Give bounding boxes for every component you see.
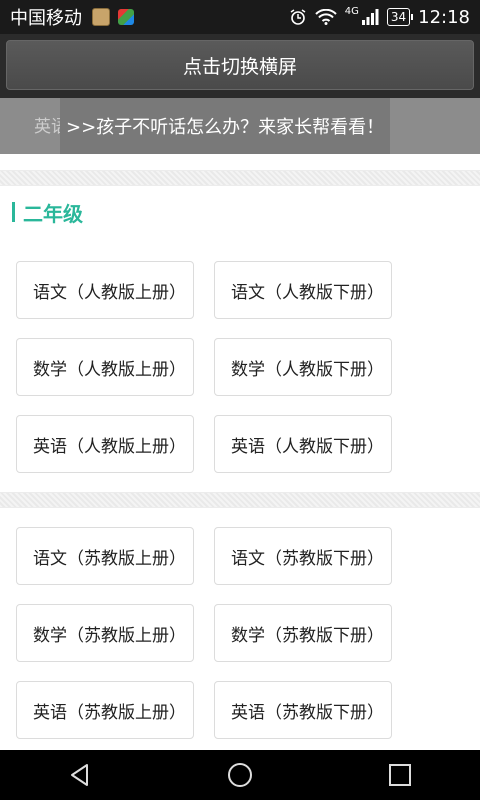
clock: 12:18 <box>418 6 470 28</box>
back-icon[interactable] <box>50 750 110 800</box>
book-button[interactable]: 语文（苏教版下册） <box>214 527 392 585</box>
network-type: 4G <box>344 5 359 17</box>
book-button[interactable]: 英语（苏教版上册） <box>16 681 194 739</box>
recents-icon[interactable] <box>370 750 430 800</box>
ad-banner[interactable]: 英语 >>孩子不听话怎么办？来家长帮看看！ <box>0 98 480 154</box>
book-button[interactable]: 数学（人教版下册） <box>214 338 392 396</box>
top-toolbar: 点击切换横屏 <box>0 34 480 98</box>
carrier-name: 中国移动 <box>10 8 82 29</box>
status-bar: 中国移动 4G 34 12:18 <box>0 0 480 34</box>
grade-title: 二年级 <box>23 201 83 226</box>
book-button[interactable]: 数学（苏教版上册） <box>16 604 194 662</box>
book-button[interactable]: 语文（人教版上册） <box>16 261 194 319</box>
wifi-icon <box>315 9 337 25</box>
book-button[interactable]: 数学（人教版上册） <box>16 338 194 396</box>
toggle-landscape-button[interactable]: 点击切换横屏 <box>6 40 474 90</box>
play-store-icon <box>118 9 134 25</box>
banner-link[interactable]: >>孩子不听话怎么办？来家长帮看看！ <box>60 98 390 154</box>
book-button[interactable]: 英语（苏教版下册） <box>214 681 392 739</box>
app-notification-icon <box>92 8 110 26</box>
battery-indicator: 34 <box>386 8 414 26</box>
signal-icon <box>361 9 379 25</box>
navigation-bar <box>0 750 480 800</box>
book-button[interactable]: 英语（人教版下册） <box>214 415 392 473</box>
book-button[interactable]: 数学（苏教版下册） <box>214 604 392 662</box>
status-icons: 4G 34 12:18 <box>289 5 470 28</box>
book-button[interactable]: 语文（苏教版上册） <box>16 527 194 585</box>
home-icon[interactable] <box>210 750 270 800</box>
title-accent-bar <box>12 202 15 222</box>
book-button[interactable]: 语文（人教版下册） <box>214 261 392 319</box>
alarm-icon <box>290 9 306 25</box>
section-divider <box>0 170 480 186</box>
section-divider <box>0 492 480 508</box>
grade-section-header: 二年级 <box>12 200 83 226</box>
book-button[interactable]: 英语（人教版上册） <box>16 415 194 473</box>
